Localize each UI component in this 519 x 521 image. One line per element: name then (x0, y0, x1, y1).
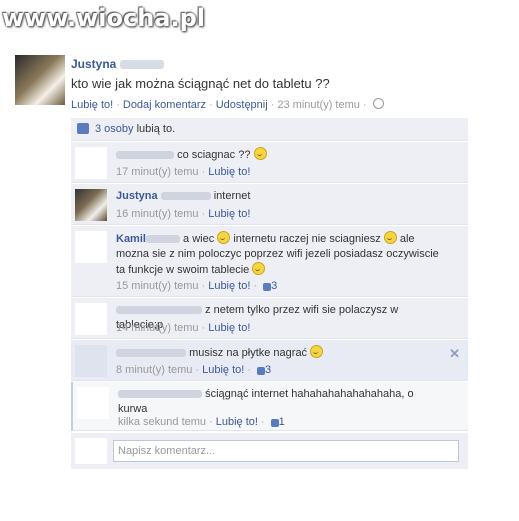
thumbs-up-icon (256, 367, 265, 375)
comment-meta: 14 minut(y) temu · Lubię to! (116, 322, 251, 334)
comment-likes-count[interactable]: 3 (256, 364, 271, 376)
add-comment-link[interactable]: Dodaj komentarz (123, 99, 206, 111)
post-author-name[interactable]: Justyna (71, 57, 165, 71)
smile-emoticon-icon (252, 262, 266, 275)
comment-text: internetu raczej nie sciagniesz (233, 233, 381, 245)
current-user-avatar (75, 438, 107, 464)
post-author-avatar[interactable] (15, 55, 65, 105)
comment-meta: 16 minut(y) temu · Lubię to! (116, 208, 251, 220)
likes-suffix: lubią to. (136, 123, 176, 135)
comment-time[interactable]: 8 minut(y) temu (116, 364, 192, 376)
comment-time[interactable]: 16 minut(y) temu (116, 208, 199, 220)
comment-input-row (71, 433, 468, 469)
censored-surname (160, 192, 211, 201)
close-icon[interactable]: ✕ (449, 346, 460, 362)
comment-time[interactable]: 14 minut(y) temu (116, 322, 199, 334)
comment-likes-count[interactable]: 3 (263, 280, 277, 292)
thumbs-up-icon (270, 419, 279, 427)
comment-meta: 8 minut(y) temu · Lubię to! · 3 (116, 364, 272, 376)
post-actions: Lubię to! · Dodaj komentarz · Udostępnij · 23 … (71, 98, 384, 111)
smile-emoticon-icon (383, 231, 397, 244)
thumbs-up-icon (263, 283, 272, 291)
comment-body: co sciagnac ?? (116, 147, 446, 163)
censored-surname (145, 235, 180, 244)
like-comment-link[interactable]: Lubię to! (208, 322, 250, 334)
censored-name (118, 390, 202, 399)
comment-text: a wiec (183, 233, 215, 245)
globe-icon (372, 98, 384, 109)
censored-name (116, 306, 202, 315)
comment-text: musisz na płytke nagrać (189, 347, 308, 359)
watermark: www.wiocha.pl (2, 4, 206, 32)
comment-5: musisz na płytke nagrać ✕ 8 minut(y) tem… (71, 340, 468, 381)
comment-text: internet (213, 190, 251, 202)
smile-emoticon-icon (253, 147, 267, 160)
comment-avatar[interactable] (75, 189, 107, 221)
comment-4: z netem tylko przez wifi sie polaczysz w… (71, 298, 468, 339)
comment-time[interactable]: 17 minut(y) temu (116, 166, 199, 178)
comment-avatar[interactable] (75, 345, 107, 377)
comment-author[interactable]: Justyna (116, 190, 158, 202)
like-comment-link[interactable]: Lubię to! (216, 416, 258, 428)
like-comment-link[interactable]: Lubię to! (202, 364, 244, 376)
like-comment-link[interactable]: Lubię to! (208, 208, 250, 220)
comment-avatar[interactable] (77, 387, 109, 419)
comment-avatar[interactable] (75, 147, 107, 179)
comment-6: ściągnąć internet hahahahahahahahaha, o … (71, 382, 468, 431)
censored-name (116, 151, 174, 160)
comment-text: co sciagnac ?? (177, 149, 251, 161)
censored-name (116, 349, 186, 358)
censored-surname (120, 60, 165, 70)
comment-author[interactable]: Kamil (116, 233, 146, 245)
smile-emoticon-icon (310, 345, 324, 358)
comment-meta: kilka sekund temu · Lubię to! · 1 (118, 416, 285, 428)
comment-time[interactable]: 15 minut(y) temu (116, 280, 199, 292)
comment-input[interactable] (113, 440, 459, 462)
likes-bar: 3 osoby lubią to. (71, 118, 468, 141)
comment-1: co sciagnac ?? 17 minut(y) temu · Lubię to… (71, 142, 468, 183)
post-time[interactable]: 23 minut(y) temu (277, 99, 360, 111)
comment-body: ściągnąć internet hahahahahahahahaha, o … (118, 387, 446, 417)
thumbs-up-icon (77, 123, 89, 134)
comment-body: Justyna internet (116, 189, 446, 204)
comment-meta: 15 minut(y) temu · Lubię to! · 3 (116, 280, 278, 292)
like-comment-link[interactable]: Lubię to! (208, 166, 250, 178)
comment-3: Kamil a wiec internetu raczej nie sciagn… (71, 226, 468, 297)
post-text: kto wie jak można ściągnąć net do tablet… (71, 76, 330, 91)
comment-body: musisz na płytke nagrać (116, 345, 446, 361)
comment-2: Justyna internet 16 minut(y) temu · Lubię … (71, 184, 468, 225)
like-post-link[interactable]: Lubię to! (71, 99, 113, 111)
likes-count-link[interactable]: 3 osoby (95, 123, 134, 135)
comment-avatar[interactable] (75, 231, 107, 263)
smile-emoticon-icon (217, 231, 231, 244)
like-comment-link[interactable]: Lubię to! (208, 280, 250, 292)
share-link[interactable]: Udostępnij (216, 99, 268, 111)
comment-body: Kamil a wiec internetu raczej nie sciagn… (116, 231, 446, 278)
comment-likes-count[interactable]: 1 (270, 416, 285, 428)
comment-avatar[interactable] (75, 303, 107, 335)
comment-meta: 17 minut(y) temu · Lubię to! (116, 166, 251, 178)
comment-time[interactable]: kilka sekund temu (118, 416, 206, 428)
